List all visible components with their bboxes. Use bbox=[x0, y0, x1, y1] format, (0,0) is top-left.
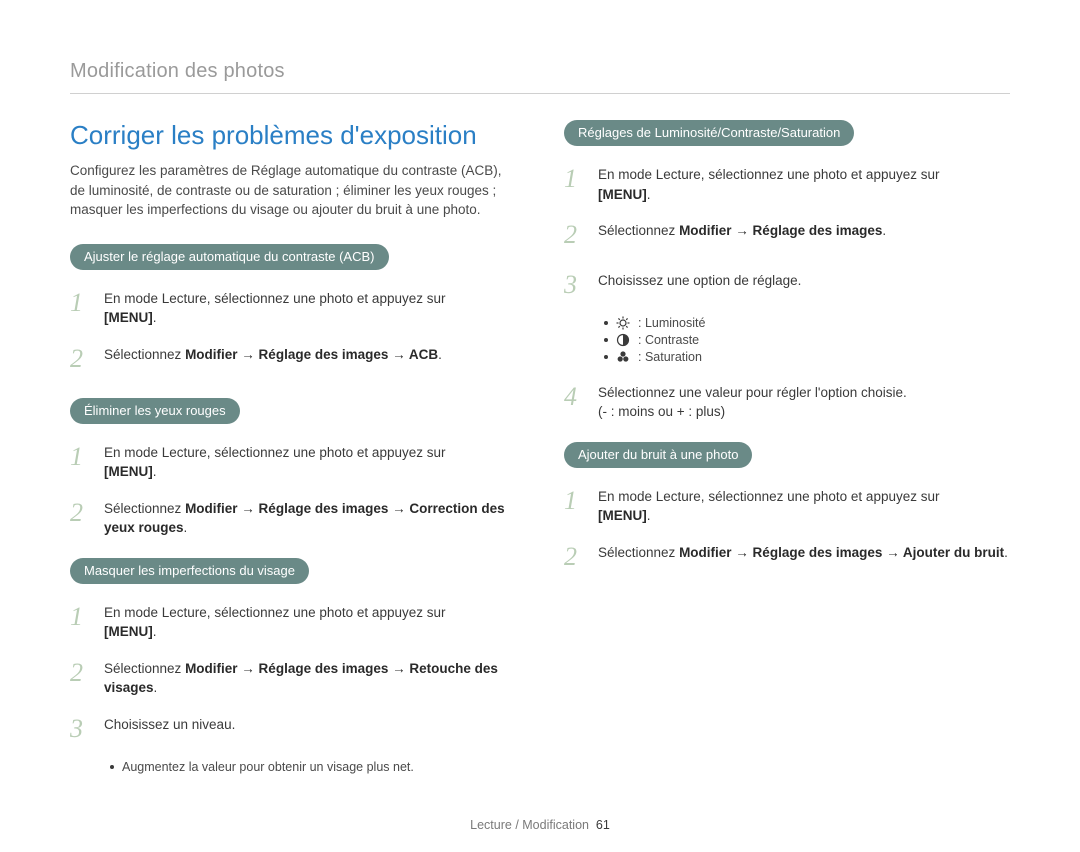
step-number: 1 bbox=[564, 482, 588, 520]
step-text-part: Sélectionnez une valeur pour régler l'op… bbox=[598, 385, 907, 400]
bullet-text: Augmentez la valeur pour obtenir un visa… bbox=[122, 760, 414, 774]
step-text: Sélectionnez Modifier → Réglage des imag… bbox=[598, 216, 1010, 241]
bullet-text: : Saturation bbox=[638, 350, 702, 364]
menu-path: Modifier → Réglage des images → Ajouter … bbox=[679, 545, 1004, 560]
period: . bbox=[153, 310, 157, 325]
period: . bbox=[438, 347, 442, 362]
step-text-part: En mode Lecture, sélectionnez une photo … bbox=[104, 445, 445, 460]
heading-bcs: Réglages de Luminosité/Contraste/Saturat… bbox=[564, 120, 854, 146]
step-text: Sélectionnez Modifier → Réglage des imag… bbox=[598, 538, 1010, 563]
bullet-icon bbox=[604, 321, 608, 325]
period: . bbox=[153, 624, 157, 639]
breadcrumb: Modification des photos bbox=[70, 60, 1010, 94]
step-text-part: Sélectionnez bbox=[104, 347, 185, 362]
step-text-part: Sélectionnez bbox=[104, 501, 185, 516]
bullet-icon bbox=[604, 355, 608, 359]
menu-label: [MENU] bbox=[104, 624, 153, 639]
section-acb: Ajuster le réglage automatique du contra… bbox=[70, 244, 516, 378]
bullet-icon bbox=[604, 338, 608, 342]
bullet-icon bbox=[110, 765, 114, 769]
step-text: En mode Lecture, sélectionnez une photo … bbox=[104, 284, 516, 328]
step-number: 1 bbox=[70, 598, 94, 636]
step-text: En mode Lecture, sélectionnez une photo … bbox=[598, 160, 1010, 204]
step-number: 3 bbox=[564, 266, 588, 304]
period: . bbox=[153, 464, 157, 479]
intro-text: Configurez les paramètres de Réglage aut… bbox=[70, 161, 516, 220]
step-text: En mode Lecture, sélectionnez une photo … bbox=[104, 598, 516, 642]
heading-acb: Ajuster le réglage automatique du contra… bbox=[70, 244, 389, 270]
step-text-part: Sélectionnez bbox=[598, 545, 679, 560]
period: . bbox=[1004, 545, 1008, 560]
step-text: Sélectionnez une valeur pour régler l'op… bbox=[598, 378, 1010, 422]
step-number: 2 bbox=[564, 216, 588, 254]
step-text: En mode Lecture, sélectionnez une photo … bbox=[104, 438, 516, 482]
step-number: 1 bbox=[70, 284, 94, 322]
step-number: 4 bbox=[564, 378, 588, 416]
step-text: Sélectionnez Modifier → Réglage des imag… bbox=[104, 654, 516, 698]
menu-label: [MENU] bbox=[104, 310, 153, 325]
section-redeye: Éliminer les yeux rouges 1 En mode Lectu… bbox=[70, 398, 516, 538]
heading-redeye: Éliminer les yeux rouges bbox=[70, 398, 240, 424]
period: . bbox=[184, 520, 188, 535]
step-text: En mode Lecture, sélectionnez une photo … bbox=[598, 482, 1010, 526]
step-text-part: En mode Lecture, sélectionnez une photo … bbox=[598, 167, 939, 182]
step-text-part: En mode Lecture, sélectionnez une photo … bbox=[104, 291, 445, 306]
bullet-text: : Luminosité bbox=[638, 316, 705, 330]
footer-label: Lecture / Modification bbox=[470, 818, 589, 832]
step-text-part: En mode Lecture, sélectionnez une photo … bbox=[598, 489, 939, 504]
step-text-part: Sélectionnez bbox=[598, 223, 679, 238]
step-number: 1 bbox=[564, 160, 588, 198]
saturation-icon bbox=[616, 350, 630, 364]
step-number: 3 bbox=[70, 710, 94, 748]
brightness-icon bbox=[616, 316, 630, 330]
bullet-item: : Luminosité bbox=[604, 316, 1010, 330]
step-number: 2 bbox=[70, 340, 94, 378]
bullet-item: : Saturation bbox=[604, 350, 1010, 364]
heading-face: Masquer les imperfections du visage bbox=[70, 558, 309, 584]
step-number: 2 bbox=[564, 538, 588, 576]
bullet-text: : Contraste bbox=[638, 333, 699, 347]
menu-label: [MENU] bbox=[104, 464, 153, 479]
step-number: 2 bbox=[70, 494, 94, 532]
heading-noise: Ajouter du bruit à une photo bbox=[564, 442, 752, 468]
menu-path: Modifier → Réglage des images → ACB bbox=[185, 347, 438, 362]
bullet-item: : Contraste bbox=[604, 333, 1010, 347]
step-number: 1 bbox=[70, 438, 94, 476]
step-text-part: (- : moins ou + : plus) bbox=[598, 404, 725, 419]
section-noise: Ajouter du bruit à une photo 1 En mode L… bbox=[564, 442, 1010, 576]
step-text-part: Sélectionnez bbox=[104, 661, 185, 676]
step-text: Choisissez une option de réglage. bbox=[598, 266, 1010, 291]
bullet-item: Augmentez la valeur pour obtenir un visa… bbox=[110, 760, 516, 774]
step-text: Sélectionnez Modifier → Réglage des imag… bbox=[104, 494, 516, 538]
period: . bbox=[647, 508, 651, 523]
section-face: Masquer les imperfections du visage 1 En… bbox=[70, 558, 516, 774]
contrast-icon bbox=[616, 333, 630, 347]
page-footer: Lecture / Modification 61 bbox=[70, 818, 1010, 832]
period: . bbox=[647, 187, 651, 202]
step-text: Sélectionnez Modifier → Réglage des imag… bbox=[104, 340, 516, 365]
menu-label: [MENU] bbox=[598, 187, 647, 202]
page-title: Corriger les problèmes d'exposition bbox=[70, 120, 516, 151]
page-number: 61 bbox=[596, 818, 610, 832]
period: . bbox=[882, 223, 886, 238]
step-text-part: En mode Lecture, sélectionnez une photo … bbox=[104, 605, 445, 620]
period: . bbox=[154, 680, 158, 695]
menu-path: Modifier → Réglage des images bbox=[679, 223, 882, 238]
section-bcs: Réglages de Luminosité/Contraste/Saturat… bbox=[564, 120, 1010, 422]
step-number: 2 bbox=[70, 654, 94, 692]
left-column: Corriger les problèmes d'exposition Conf… bbox=[70, 120, 516, 794]
menu-label: [MENU] bbox=[598, 508, 647, 523]
step-text: Choisissez un niveau. bbox=[104, 710, 516, 735]
right-column: Réglages de Luminosité/Contraste/Saturat… bbox=[564, 120, 1010, 794]
